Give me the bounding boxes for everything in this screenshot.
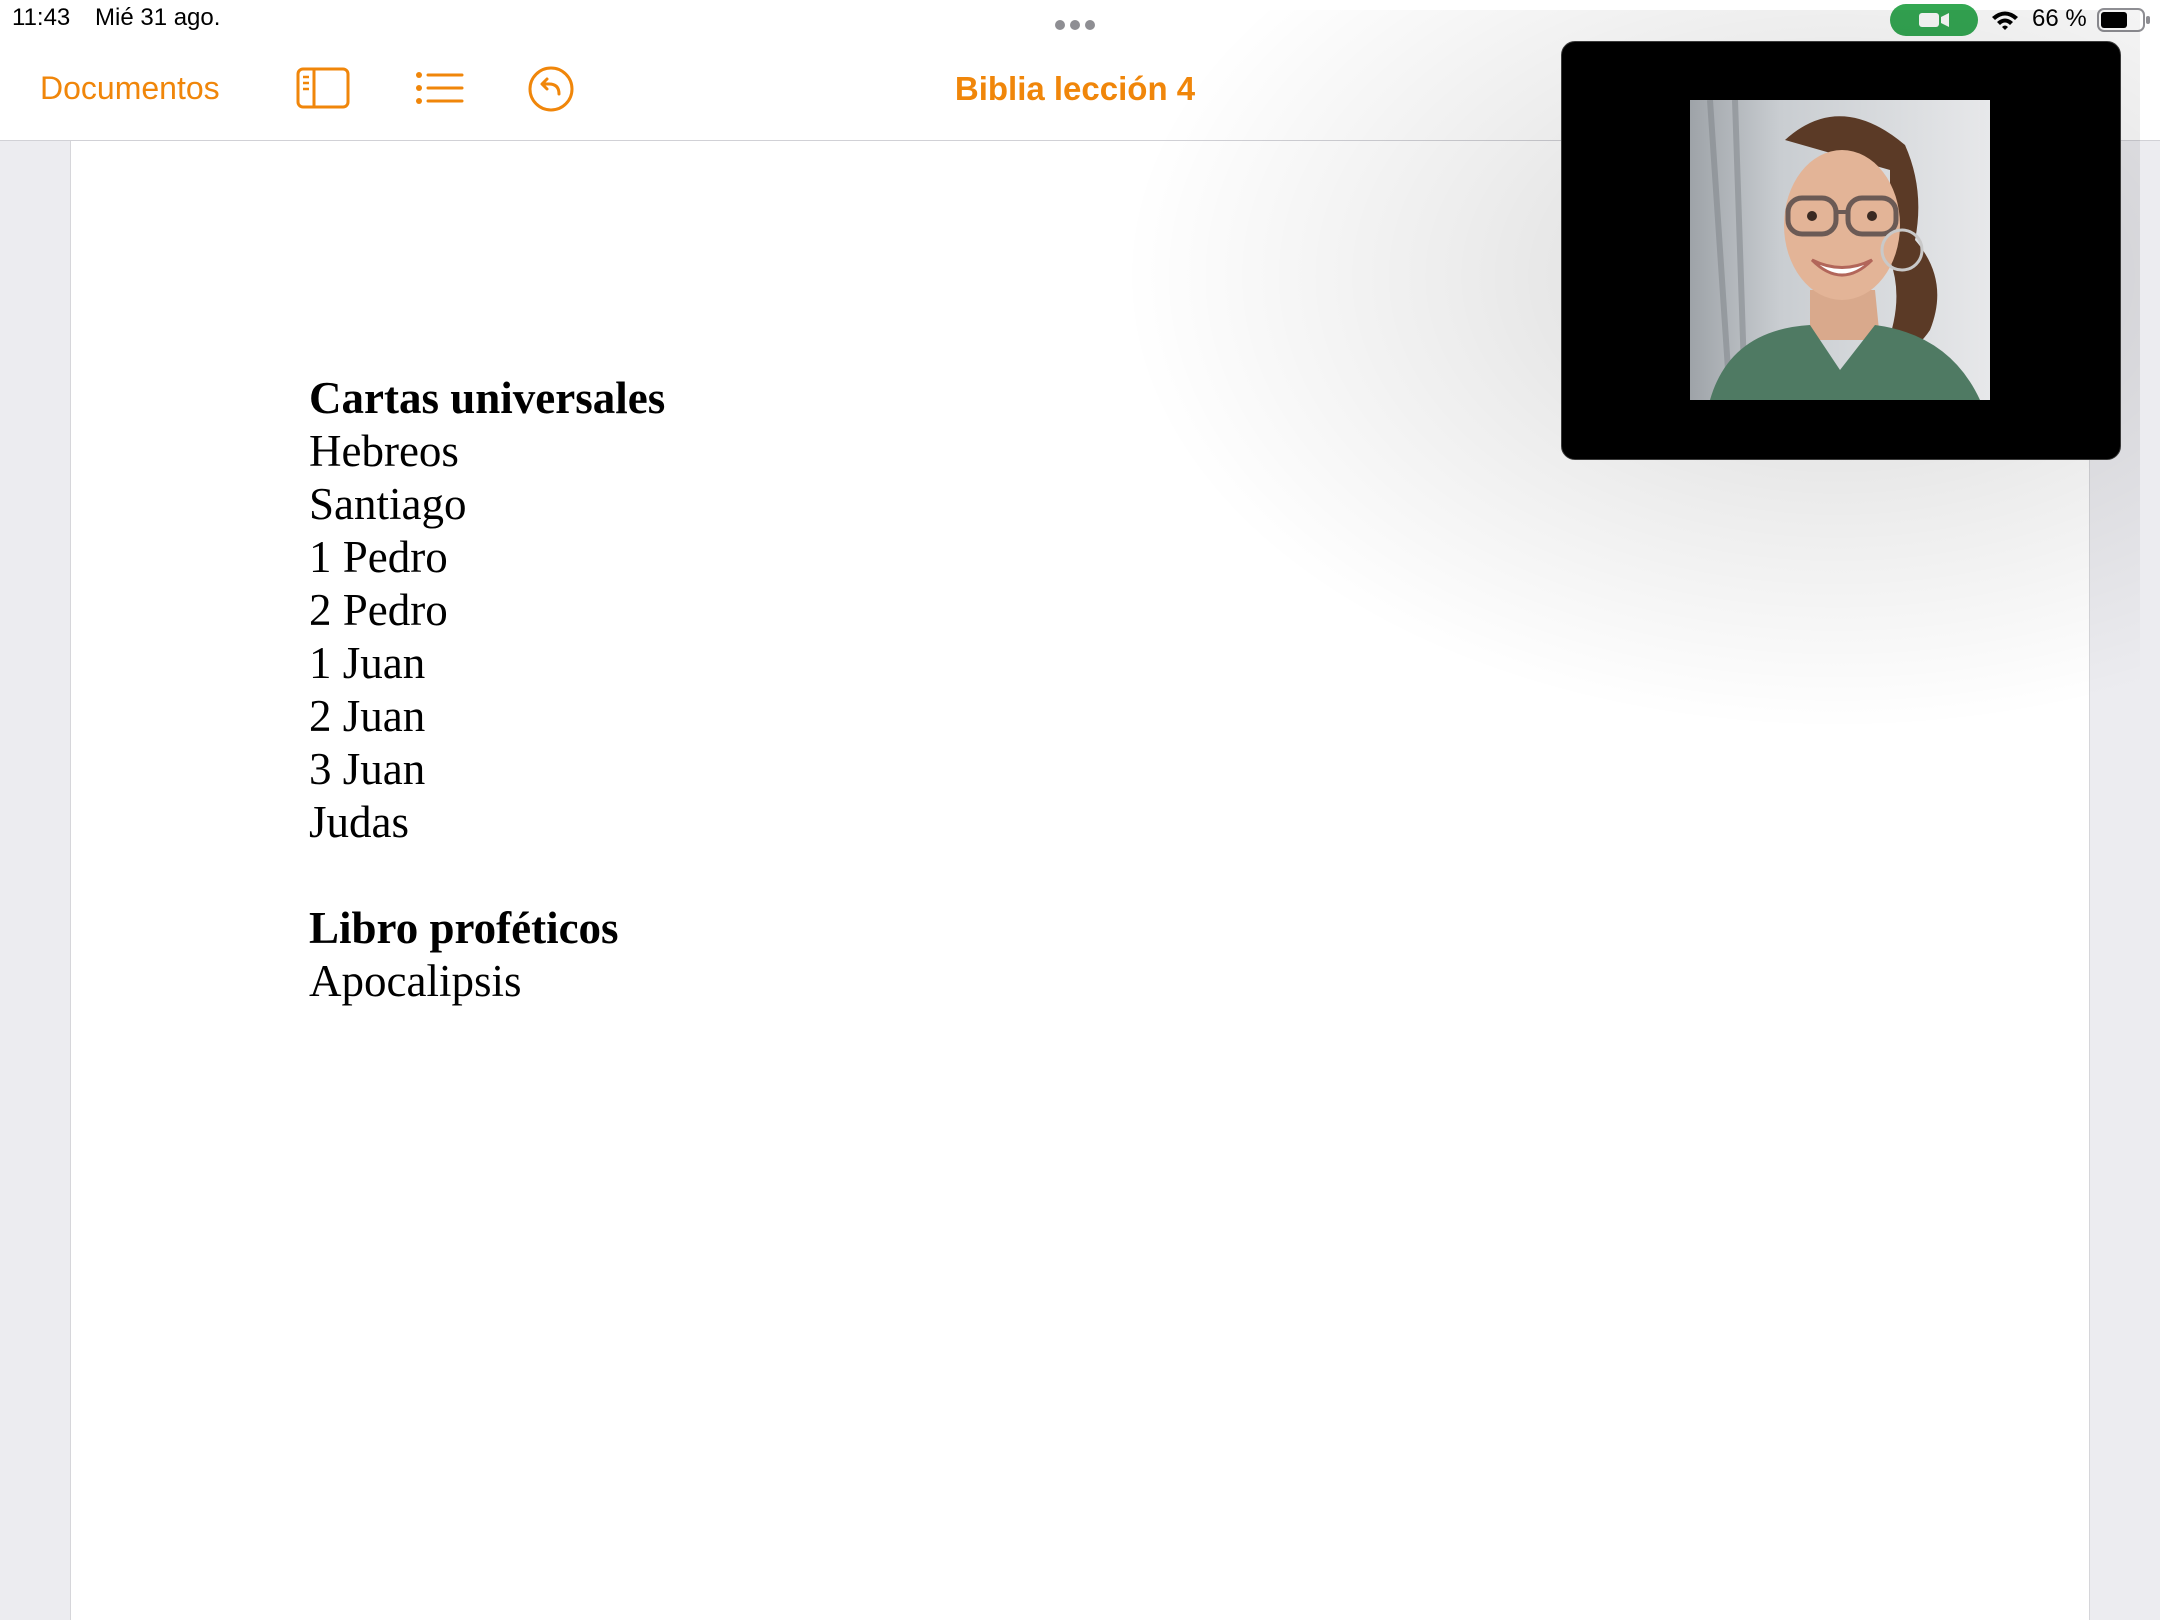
status-time: 11:43 [12, 4, 71, 31]
battery-percentage: 66 % [2032, 5, 2087, 32]
list-item: 3 Juan [309, 744, 426, 794]
document-body[interactable]: Cartas universales Hebreos Santiago 1 Pe… [309, 372, 665, 1008]
list-item: 1 Pedro [309, 532, 448, 582]
undo-icon[interactable] [526, 64, 580, 114]
list-item: 2 Juan [309, 691, 426, 741]
battery-icon [2097, 8, 2150, 32]
caller-video-image [1690, 100, 1990, 400]
document-title[interactable]: Biblia lección 4 [955, 70, 1195, 107]
list-item: Santiago [309, 479, 467, 529]
list-item: Apocalipsis [309, 956, 522, 1006]
list-item: Hebreos [309, 426, 459, 476]
wifi-icon [1992, 11, 2018, 30]
video-call-window[interactable] [1561, 41, 2121, 460]
video-feed [1690, 100, 1990, 400]
multitasking-dots-icon[interactable] [1055, 17, 1105, 31]
list-icon[interactable] [412, 64, 466, 114]
list-item: 1 Juan [309, 638, 426, 688]
list-item: 2 Pedro [309, 585, 448, 635]
camera-in-use-indicator[interactable] [1890, 4, 1978, 36]
section-heading: Libro proféticos [309, 903, 619, 953]
status-bar: 11:43 Mié 31 ago. 66 % [0, 0, 2160, 40]
section-heading: Cartas universales [309, 373, 666, 423]
list-item: Judas [309, 797, 409, 847]
video-camera-icon [1919, 13, 1949, 27]
sidebar-icon[interactable] [296, 64, 350, 114]
status-date: Mié 31 ago. [95, 4, 221, 31]
documents-back-button[interactable]: Documentos [40, 70, 220, 107]
